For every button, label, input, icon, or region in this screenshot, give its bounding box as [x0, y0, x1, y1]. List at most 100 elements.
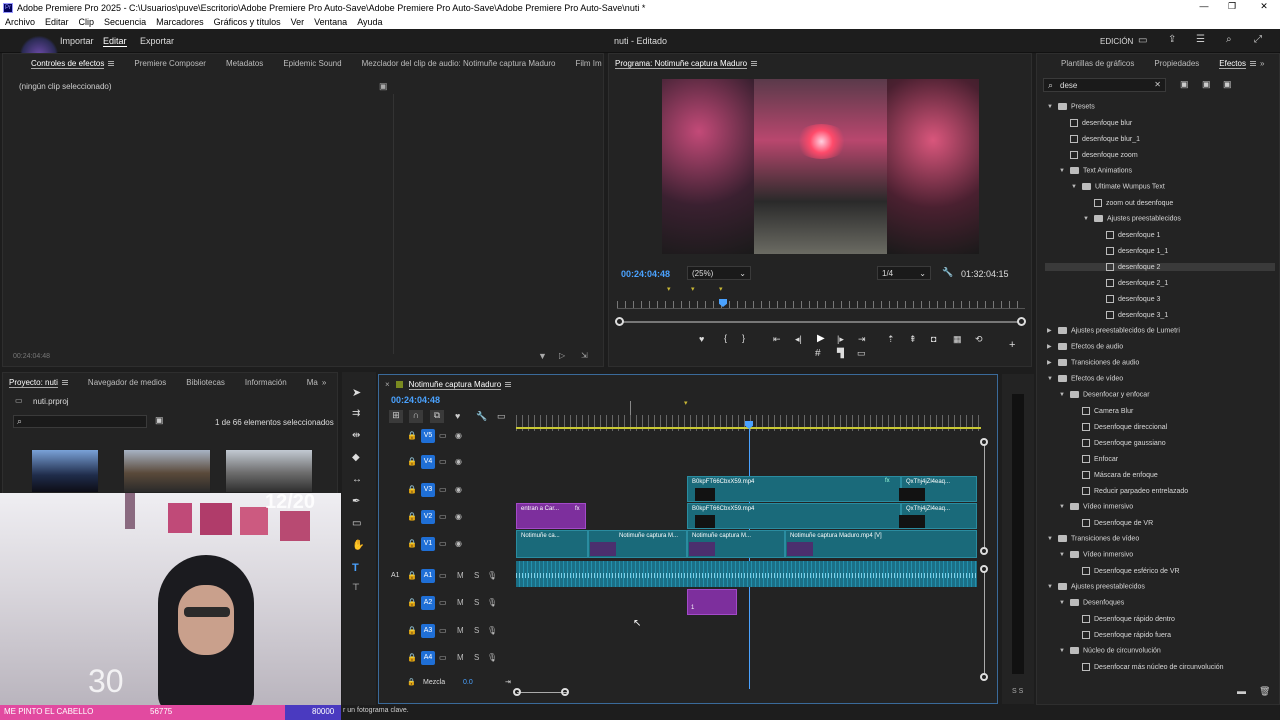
lift-icon[interactable]: ⇡: [887, 334, 895, 345]
clip-v2-a[interactable]: B0kpFT66CbxX59.mp4: [687, 503, 901, 529]
search-icon[interactable]: ⌕: [1226, 34, 1232, 45]
monitor-icon[interactable]: ▭: [857, 348, 866, 359]
effects-item[interactable]: Desenfoque rápido dentro: [1071, 615, 1175, 623]
tab-informacion[interactable]: Información: [235, 378, 297, 387]
wrench-icon[interactable]: 🔧: [476, 411, 487, 422]
close-tab-icon[interactable]: ×: [385, 380, 390, 389]
chevron-down-icon[interactable]: ▼: [1059, 392, 1067, 398]
filter-icon[interactable]: ▼: [538, 351, 547, 361]
tab-plantillas-graficos[interactable]: Plantillas de gráficos: [1037, 59, 1144, 68]
effects-item[interactable]: desenfoque zoom: [1059, 151, 1138, 159]
project-search-input[interactable]: ⌕: [13, 415, 147, 428]
program-ruler[interactable]: [617, 301, 1025, 309]
effects-item[interactable]: desenfoque blur_1: [1059, 135, 1140, 143]
sync-lock-icon[interactable]: ▭: [439, 539, 447, 548]
scroll-handle[interactable]: [980, 565, 988, 573]
delete-icon[interactable]: 🗑: [1259, 686, 1270, 697]
export-frame-icon[interactable]: ⇲: [581, 351, 588, 360]
marker-icon[interactable]: ▾: [684, 399, 688, 407]
mute-toggle[interactable]: M: [457, 598, 464, 607]
effects-item[interactable]: desenfoque 2_1: [1095, 279, 1168, 287]
zoom-handle-right[interactable]: [561, 688, 569, 696]
share-icon[interactable]: ⇪: [1168, 34, 1176, 45]
track-select-tool-icon[interactable]: ⇉: [352, 408, 360, 419]
tab-efectos[interactable]: Efectos: [1209, 58, 1260, 69]
sync-lock-icon[interactable]: ▭: [439, 431, 447, 440]
chevron-down-icon[interactable]: ▼: [1047, 104, 1055, 110]
sync-lock-icon[interactable]: ▭: [439, 571, 447, 580]
track-target-v4[interactable]: V4: [421, 455, 435, 469]
chevron-down-icon[interactable]: ▼: [1059, 600, 1067, 606]
add-marker-icon[interactable]: ♥: [699, 334, 704, 344]
add-marker-icon[interactable]: ♥: [455, 411, 460, 421]
effects-folder[interactable]: ▼ Ajustes preestablecidos: [1083, 215, 1181, 222]
tab-film-im[interactable]: Film Im: [565, 59, 611, 68]
marker-icon[interactable]: ▾: [691, 285, 695, 293]
lock-icon[interactable]: 🔒: [407, 431, 417, 440]
mute-toggle[interactable]: M: [457, 653, 464, 662]
chevron-right-icon[interactable]: ▶: [1047, 359, 1055, 366]
track-target-v1[interactable]: V1: [421, 537, 435, 551]
lock-icon[interactable]: 🔒: [407, 678, 416, 686]
yuv-effects-icon[interactable]: ▣: [1223, 79, 1232, 90]
effects-folder[interactable]: ▶ Efectos de audio: [1047, 343, 1123, 350]
horizontal-zoom-bar[interactable]: [517, 692, 567, 693]
sync-lock-icon[interactable]: ▭: [439, 512, 447, 521]
minimize-icon[interactable]: —: [1194, 1, 1214, 11]
panel-toggle-icon[interactable]: ▣: [379, 81, 388, 92]
scroll-handle[interactable]: [980, 438, 988, 446]
effects-folder[interactable]: ▶ Ajustes preestablecidos de Lumetri: [1047, 327, 1180, 334]
effects-folder[interactable]: ▼ Vídeo inmersivo: [1059, 503, 1133, 510]
chevron-down-icon[interactable]: ▼: [1083, 216, 1091, 222]
maximize-icon[interactable]: ❐: [1222, 1, 1242, 12]
clip-v1-d[interactable]: Notimuñe captura Maduro.mp4 [V]: [785, 530, 977, 558]
menu-clip[interactable]: Clip: [79, 17, 95, 27]
effects-item[interactable]: desenfoque 3: [1095, 295, 1160, 303]
quality-select[interactable]: 1/4 ⌄: [877, 266, 931, 280]
step-back-icon[interactable]: ◂|: [795, 334, 802, 345]
effects-item[interactable]: desenfoque 2: [1045, 263, 1275, 271]
lock-icon[interactable]: 🔒: [407, 571, 417, 580]
eye-icon[interactable]: ◉: [455, 431, 462, 440]
captions-icon[interactable]: ▭: [497, 411, 506, 422]
lock-icon[interactable]: 🔒: [407, 626, 417, 635]
tab-epidemic-sound[interactable]: Epidemic Sound: [273, 59, 351, 68]
chevron-down-icon[interactable]: ▼: [1047, 584, 1055, 590]
chevron-down-icon[interactable]: ▼: [1047, 376, 1055, 382]
clip-a2-audio[interactable]: 1: [687, 589, 737, 615]
effects-item[interactable]: Enfocar: [1071, 455, 1118, 463]
sync-lock-icon[interactable]: ▭: [439, 457, 447, 466]
microphone-icon[interactable]: 🎙: [487, 653, 497, 662]
chevron-right-icon[interactable]: ▶: [1047, 327, 1055, 334]
menu-ayuda[interactable]: Ayuda: [357, 17, 382, 27]
effects-folder[interactable]: ▼ Ultimate Wumpus Text: [1071, 183, 1165, 190]
menu-secuencia[interactable]: Secuencia: [104, 17, 146, 27]
crop-icon[interactable]: ▜: [837, 348, 844, 359]
menu-ver[interactable]: Ver: [291, 17, 305, 27]
zoom-select[interactable]: (25%) ⌄: [687, 266, 751, 280]
scroll-handle[interactable]: [980, 547, 988, 555]
close-icon[interactable]: ✕: [1254, 1, 1274, 12]
effects-item[interactable]: Desenfoque esférico de VR: [1071, 567, 1180, 575]
new-bin-icon[interactable]: ▣: [155, 415, 164, 426]
tab-controles-efectos[interactable]: Controles de efectos: [3, 58, 124, 69]
chevron-down-icon[interactable]: ▼: [1059, 552, 1067, 558]
go-to-in-icon[interactable]: ⇤: [773, 334, 781, 345]
pen-tool-icon[interactable]: ✒: [352, 496, 360, 507]
microphone-icon[interactable]: 🎙: [487, 626, 497, 635]
tab-programa[interactable]: Programa: Notimuñe captura Maduro: [609, 58, 767, 69]
tab-proyecto[interactable]: Proyecto: nuti: [3, 377, 78, 388]
go-to-out-icon[interactable]: ⇥: [858, 334, 866, 345]
rectangle-tool-icon[interactable]: ▭: [352, 518, 361, 529]
play-icon[interactable]: ▶: [817, 333, 825, 344]
menu-marcadores[interactable]: Marcadores: [156, 17, 204, 27]
linked-selection-icon[interactable]: ⧉: [430, 410, 444, 423]
track-target-v2[interactable]: V2: [421, 510, 435, 524]
solo-toggle[interactable]: S: [474, 653, 479, 662]
compare-icon[interactable]: ▦: [953, 334, 962, 345]
effects-item[interactable]: Desenfoque rápido fuera: [1071, 631, 1171, 639]
lock-icon[interactable]: 🔒: [407, 653, 417, 662]
play-audio-icon[interactable]: ▷: [559, 351, 565, 360]
new-bin-icon[interactable]: ▬: [1237, 686, 1246, 696]
effects-folder[interactable]: ▼ Desenfocar y enfocar: [1059, 391, 1150, 398]
